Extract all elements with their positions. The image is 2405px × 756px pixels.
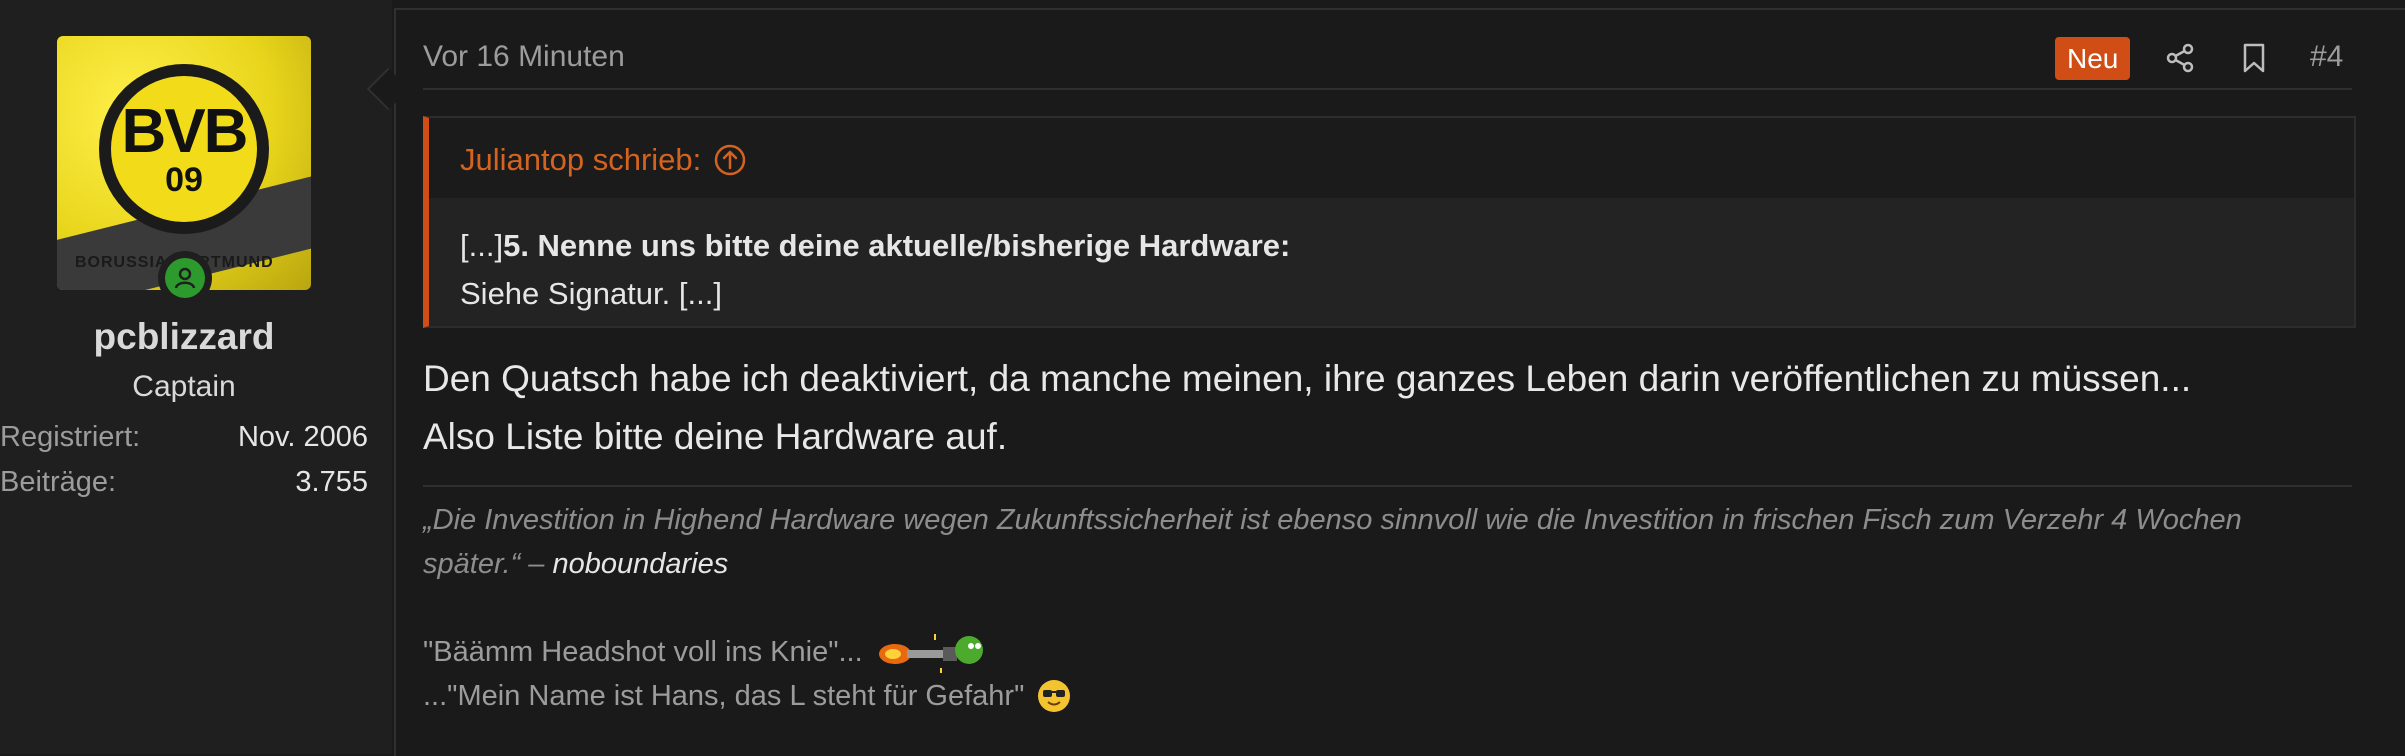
post-timestamp[interactable]: Vor 16 Minuten — [423, 40, 625, 74]
quote-author-text: Juliantop schrieb: — [460, 142, 702, 177]
username[interactable]: pcblizzard — [0, 316, 368, 358]
message-line-2: Also Liste bitte deine Hardware auf. — [423, 416, 1008, 457]
stat-value: Nov. 2006 — [237, 421, 368, 453]
online-user-icon — [165, 258, 205, 298]
quote-bold-text: 5. Nenne uns bitte deine aktuelle/bisher… — [503, 228, 1291, 263]
gun-smiley-icon — [877, 630, 987, 674]
stat-posts: Beiträge: 3.755 — [0, 466, 368, 499]
user-title: Captain — [132, 370, 236, 403]
signature-divider — [423, 485, 2352, 487]
sunglasses-smiley-icon — [1038, 680, 1071, 712]
signature-author: noboundaries — [552, 548, 729, 580]
stat-label: Registriert: — [0, 421, 141, 453]
header-divider — [423, 88, 2352, 90]
signature-line-2: "Bäämm Headshot voll ins Knie"... — [423, 630, 2323, 674]
stat-value[interactable]: 3.755 — [295, 466, 368, 499]
signature-text-3: ..."Mein Name ist Hans, das L steht für … — [423, 680, 1025, 712]
quote-line-2: Siehe Signatur. [...] — [460, 276, 722, 311]
quote-content: [...]5. Nenne uns bitte deine aktuelle/b… — [460, 222, 1290, 318]
quote-block: Juliantop schrieb: [...]5. Nenne uns bit… — [423, 116, 2356, 328]
quote-prefix: [...] — [460, 228, 504, 263]
avatar-logo: BVB 09 — [111, 76, 257, 222]
message-line-1: Den Quatsch habe ich deaktiviert, da man… — [423, 358, 2192, 399]
online-status-badge — [158, 251, 212, 305]
signature: „Die Investition in Highend Hardware weg… — [423, 498, 2323, 718]
stat-label: Beiträge: — [0, 466, 117, 498]
post-number-link[interactable]: #4 — [2310, 40, 2343, 74]
quote-header: Juliantop schrieb: — [429, 118, 2354, 198]
bookmark-icon[interactable] — [2236, 40, 2272, 76]
avatar-letters: BVB — [121, 97, 249, 166]
share-icon[interactable] — [2162, 40, 2198, 76]
signature-spacer — [423, 586, 2323, 630]
quote-author-link[interactable]: Juliantop schrieb: — [460, 142, 747, 178]
signature-text-2: "Bäämm Headshot voll ins Knie"... — [423, 636, 863, 668]
avatar-number: 09 — [165, 161, 203, 199]
user-sidebar: BVB 09 BORUSSIA DORTMUND pcblizzard Capt… — [0, 0, 392, 754]
signature-quote-block: „Die Investition in Highend Hardware weg… — [423, 498, 2323, 586]
quote-line-1: [...]5. Nenne uns bitte deine aktuelle/b… — [460, 222, 1290, 270]
post-message: Den Quatsch habe ich deaktiviert, da man… — [423, 350, 2191, 466]
signature-line-3: ..."Mein Name ist Hans, das L steht für … — [423, 674, 2323, 718]
arrow-up-circle-icon[interactable] — [713, 143, 747, 177]
stat-registered: Registriert: Nov. 2006 — [0, 421, 368, 454]
new-badge: Neu — [2055, 37, 2131, 80]
